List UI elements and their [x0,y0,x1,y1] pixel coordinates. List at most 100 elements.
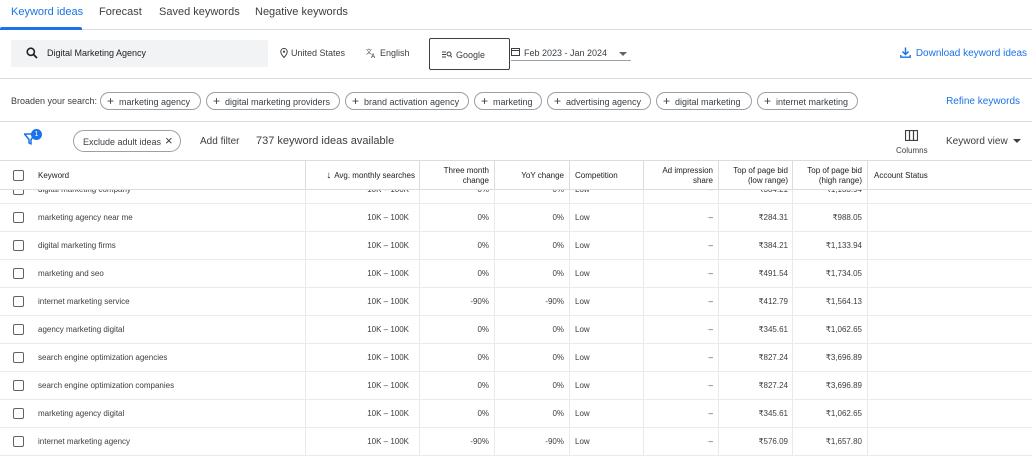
broaden-chip[interactable]: + advertising agency [547,92,651,110]
cell-bid-low: ₹827.24 [758,381,788,390]
cell-keyword: digital marketing firms [38,241,116,250]
row-checkbox[interactable] [13,212,24,223]
broaden-chip[interactable]: + brand activation agency [345,92,469,110]
table-row[interactable]: internet marketing service 10K – 100K -90%… [0,288,1032,316]
column-divider [867,204,868,231]
cell-keyword: agency marketing digital [38,325,125,334]
broaden-chip[interactable]: + digital marketing [656,92,752,110]
header-yoy-change[interactable]: YoY change [495,161,564,190]
cell-yoy-change: 0% [552,241,564,250]
cell-competition: Low [575,190,635,203]
column-divider [867,232,868,259]
plus-icon: + [213,94,221,108]
header-keyword[interactable]: Keyword [38,161,238,190]
refine-keywords-button[interactable]: Refine keywords [946,96,1020,107]
header-ad-impression-share[interactable]: Ad impression share [644,161,713,190]
keyword-view-selector[interactable]: Keyword view [946,136,1008,147]
cell-competition: Low [575,213,590,222]
table-row[interactable]: agency marketing digital 10K – 100K 0% 0% Lo… [0,316,1032,344]
filter-count-badge: 1 [31,129,42,140]
header-bid-low[interactable]: Top of page bid (low range) [719,161,788,190]
table-row[interactable]: internet marketing agency 10K – 100K -90% -… [0,428,1032,456]
row-checkbox[interactable] [13,380,24,391]
column-divider [867,400,868,427]
cell-three-month-change: 0% [477,325,489,334]
location-pin-icon [280,48,288,58]
plus-icon: + [663,94,671,108]
broaden-chip[interactable]: + internet marketing [757,92,858,110]
active-tab-indicator [0,27,82,30]
cell-competition: Low [575,353,590,362]
cell-bid-low: ₹576.09 [758,437,788,446]
download-keyword-ideas-button[interactable]: Download keyword ideas [899,47,1027,59]
table-row[interactable]: search engine optimization companies 10K … [0,372,1032,400]
broaden-chip[interactable]: + marketing [474,92,542,110]
cell-competition: Low [575,241,590,250]
table-row[interactable]: marketing agency near me 10K – 100K 0% 0% Lo… [0,204,1032,232]
exclude-adult-label: Exclude adult ideas [83,137,162,147]
header-bid-high[interactable]: Top of page bid (high range) [793,161,862,190]
cell-ad-impression-share: – [708,325,713,334]
row-checkbox[interactable] [13,408,24,419]
cell-bid-high: ₹1,133.94 [793,190,862,203]
date-range-selector[interactable]: Feb 2023 - Jan 2024 [511,44,631,61]
cell-yoy-change: 0% [495,190,564,203]
close-icon[interactable]: × [165,134,173,148]
header-competition[interactable]: Competition [575,161,645,190]
table-row[interactable]: marketing agency digital 10K – 100K 0% 0% Lo… [0,400,1032,428]
row-checkbox[interactable] [13,436,24,447]
column-divider [569,288,570,315]
header-three-month-change[interactable]: Three month change [420,161,489,190]
broaden-chip[interactable]: + marketing agency [100,92,201,110]
row-checkbox[interactable] [13,296,24,307]
cell-bid-low: ₹412.79 [758,297,788,306]
row-checkbox[interactable] [13,268,24,279]
cell-bid-high: ₹1,734.05 [825,269,862,278]
row-checkbox[interactable] [13,190,24,195]
column-divider [867,428,868,455]
cell-competition: Low [575,381,590,390]
cell-bid-high: ₹1,062.65 [825,325,862,334]
cell-keyword: digital marketing company [38,190,288,203]
cell-avg-monthly-searches: 10K – 100K [367,381,409,390]
table-row[interactable]: marketing and seo 10K – 100K 0% 0% Low – ₹491.… [0,260,1032,288]
broaden-chip[interactable]: + digital marketing providers [206,92,340,110]
cell-yoy-change: 0% [552,325,564,334]
select-all-checkbox[interactable] [13,170,24,181]
svg-text:A: A [371,53,376,58]
tab-negative-keywords[interactable]: Negative keywords [255,6,348,18]
add-filter-button[interactable]: Add filter [200,136,239,147]
keyword-table: Keyword ↓ Avg. monthly searches Three mon… [0,160,1032,456]
table-row[interactable]: digital marketing firms 10K – 100K 0% 0% Low… [0,232,1032,260]
search-input[interactable]: Digital Marketing Agency [11,40,268,67]
cell-yoy-change: 0% [552,269,564,278]
translate-icon: 文 A [366,48,376,58]
row-checkbox[interactable] [13,352,24,363]
cell-competition: Low [575,297,590,306]
cell-avg-monthly-searches: 10K – 100K [367,437,409,446]
row-checkbox[interactable] [13,240,24,251]
columns-button[interactable]: Columns [891,128,933,158]
network-icon [442,51,452,58]
broaden-label: Broaden your search: [11,96,98,106]
network-selector[interactable]: Google [429,38,510,70]
tab-keyword-ideas[interactable]: Keyword ideas [11,6,83,18]
table-row[interactable]: digital marketing company 10K – 100K 0% 0% L… [0,190,1032,204]
cell-bid-low: ₹384.21 [719,190,788,203]
header-account-status[interactable]: Account Status [874,161,994,190]
table-row[interactable]: search engine optimization agencies 10K –… [0,344,1032,372]
cell-bid-low: ₹827.24 [758,353,788,362]
broaden-search-bar: Broaden your search: + marketing agency +… [0,78,1032,122]
cell-three-month-change: 0% [477,409,489,418]
cell-ad-impression-share: – [708,353,713,362]
cell-yoy-change: 0% [552,353,564,362]
cell-ad-impression-share: – [644,190,713,203]
cell-keyword: internet marketing service [38,297,130,306]
exclude-adult-chip[interactable]: Exclude adult ideas × [73,130,181,152]
header-avg-monthly-searches[interactable]: ↓ Avg. monthly searches [306,161,415,190]
row-checkbox[interactable] [13,324,24,335]
cell-yoy-change: -90% [545,297,564,306]
tab-forecast[interactable]: Forecast [99,6,142,18]
tab-saved-keywords[interactable]: Saved keywords [159,6,240,18]
column-divider [867,260,868,287]
